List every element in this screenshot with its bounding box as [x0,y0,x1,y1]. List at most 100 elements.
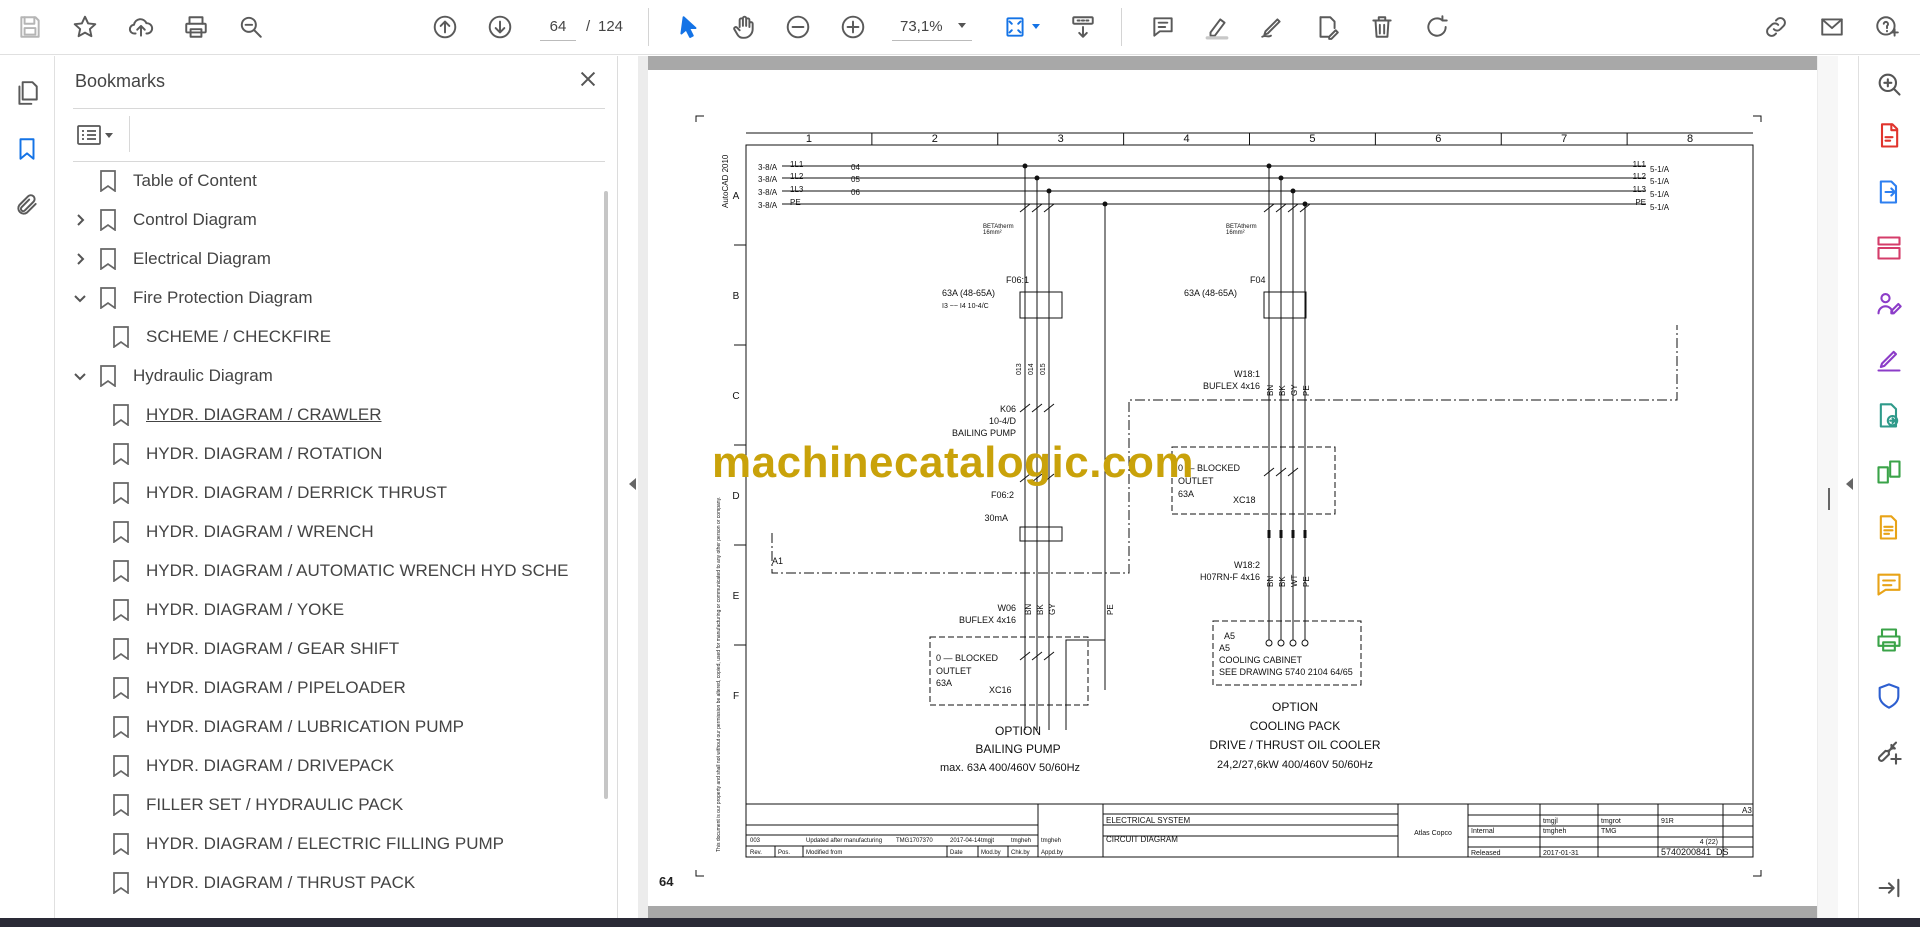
scroll-mode-icon[interactable] [1066,10,1100,44]
delete-icon[interactable] [1365,10,1399,44]
create-pdf-icon[interactable] [1875,122,1905,152]
collapse-right-panel-icon[interactable] [1846,478,1853,490]
fill-and-sign-icon[interactable] [1875,346,1905,376]
bookmark-item[interactable]: SCHEME / CHECKFIRE [112,322,331,352]
bookmark-item[interactable]: Fire Protection Diagram [71,283,313,313]
bookmark-ribbon-icon [112,404,130,427]
page-number-input[interactable] [540,13,576,41]
hand-icon[interactable] [727,10,761,44]
collapse-left-panel-icon[interactable] [629,478,636,490]
bookmark-item[interactable]: HYDR. DIAGRAM / ROTATION [112,439,382,469]
disclaimer: This document is our property and shall … [716,497,722,852]
draw-icon[interactable] [1255,10,1289,44]
rotate-icon[interactable] [1420,10,1454,44]
column-number: 7 [1561,133,1567,145]
bookmark-item[interactable]: HYDR. DIAGRAM / DERRICK THRUST [112,478,447,508]
request-signatures-icon[interactable] [1875,290,1905,320]
star-icon[interactable] [68,10,102,44]
edit-pdf-icon[interactable] [1875,514,1905,544]
zoom-in-icon[interactable] [836,10,870,44]
chevron-down-icon[interactable] [1032,24,1040,29]
bookmark-item[interactable]: FILLER SET / HYDRAULIC PACK [112,790,403,820]
wire-label: 013 [1016,363,1023,375]
organize-pages-icon[interactable] [1875,234,1905,264]
print-icon[interactable] [179,10,213,44]
bookmark-item[interactable]: HYDR. DIAGRAM / THRUST PACK [112,868,415,898]
page-thumbnails-icon[interactable] [12,78,42,108]
bookmark-ribbon-icon [112,521,130,544]
title-block-text: tmgheh [1543,828,1566,835]
zoom-dropdown[interactable]: 73,1% [892,13,972,41]
attachments-icon[interactable] [12,190,42,220]
bookmark-item[interactable]: HYDR. DIAGRAM / YOKE [112,595,344,625]
compare-files-icon[interactable] [1875,458,1905,488]
rev-header: Rev. [750,850,762,856]
export-pdf-icon[interactable] [1875,178,1905,208]
bookmark-item[interactable]: Hydraulic Diagram [71,361,273,391]
more-tools-icon[interactable] [1875,738,1905,768]
rev-header: Modified from [806,850,842,856]
row-letter: E [733,591,740,602]
collapse-tools-icon[interactable] [1875,874,1905,904]
chevron-down-icon[interactable] [71,367,89,385]
bookmark-item[interactable]: Table of Content [71,166,257,196]
rev-cell: 003 [750,838,761,844]
bookmark-item[interactable]: HYDR. DIAGRAM / CRAWLER [112,400,382,430]
bookmark-item[interactable]: HYDR. DIAGRAM / LUBRICATION PUMP [112,712,464,742]
share-link-icon[interactable] [1759,10,1793,44]
bookmark-item[interactable]: HYDR. DIAGRAM / ELECTRIC FILLING PUMP [112,829,504,859]
bookmark-item[interactable]: HYDR. DIAGRAM / AUTOMATIC WRENCH HYD SCH… [112,556,569,586]
fill-sign-icon[interactable] [1310,10,1344,44]
bus-ref: 5-1/A [1650,190,1670,199]
splitter-handle[interactable] [1828,488,1830,510]
bookmark-item[interactable]: HYDR. DIAGRAM / GEAR SHIFT [112,634,399,664]
zoom-out-icon[interactable] [781,10,815,44]
wire-label: 015 [1040,363,1047,375]
bookmark-item[interactable]: Electrical Diagram [71,244,271,274]
close-icon[interactable] [577,68,603,94]
cable-id: W06 [997,603,1016,613]
page-up-icon[interactable] [428,10,462,44]
select-cursor-icon[interactable] [672,10,706,44]
bookmark-ribbon-icon [112,443,130,466]
protect-icon[interactable] [1875,682,1905,712]
email-icon[interactable] [1815,10,1849,44]
caption: OPTION [1272,700,1318,714]
chevron-right-icon[interactable] [71,250,89,268]
bookmark-label: HYDR. DIAGRAM / ELECTRIC FILLING PUMP [146,834,504,853]
rev-header: Pos. [778,850,790,856]
title-block-text: ELECTRICAL SYSTEM [1106,816,1191,825]
bookmark-ribbon-icon [112,833,130,856]
page-down-icon[interactable] [483,10,517,44]
cable-size: 16mm² [1226,230,1245,236]
highlight-icon[interactable] [1200,10,1234,44]
bookmarks-icon[interactable] [12,134,42,164]
bookmark-scrollbar-thumb[interactable] [604,191,608,799]
cable-core: BN [1266,576,1275,587]
row-letter: A [733,191,740,202]
save-icon[interactable] [13,10,47,44]
help-icon[interactable] [1870,10,1904,44]
chevron-right-icon[interactable] [71,211,89,229]
bookmark-options-button[interactable] [76,120,122,150]
rcd-rating: 30mA [984,513,1008,523]
zoom-tools-icon[interactable] [1875,70,1905,100]
bookmark-item[interactable]: HYDR. DIAGRAM / WRENCH [112,517,374,547]
bookmark-label: Table of Content [133,171,257,190]
fit-page-icon[interactable] [998,10,1032,44]
divider [73,161,605,162]
bookmark-ribbon-icon [112,677,130,700]
cloud-upload-icon[interactable] [124,10,158,44]
chevron-down-icon[interactable] [71,289,89,307]
bookmark-item[interactable]: HYDR. DIAGRAM / PIPELOADER [112,673,406,703]
rev-header: Chk.by [1011,850,1030,856]
bookmark-item[interactable]: HYDR. DIAGRAM / DRIVEPACK [112,751,394,781]
bookmark-item[interactable]: Control Diagram [71,205,257,235]
print-production-icon[interactable] [1875,626,1905,656]
comment-tool-icon[interactable] [1875,570,1905,600]
send-for-comments-icon[interactable] [1875,402,1905,432]
caption: DRIVE / THRUST OIL COOLER [1209,738,1380,752]
comment-icon[interactable] [1146,10,1180,44]
find-icon[interactable] [234,10,268,44]
document-scrollbar[interactable] [1818,56,1838,918]
